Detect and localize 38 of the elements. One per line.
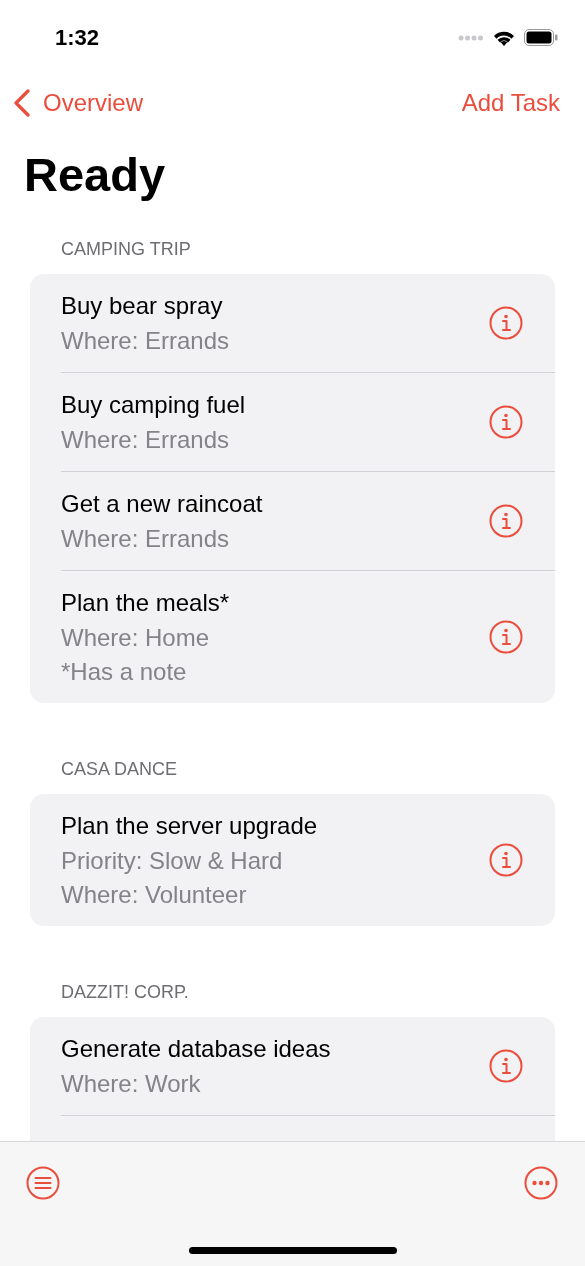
task-row[interactable]: Buy bear spray Where: Errands xyxy=(61,274,555,373)
task-title: Plan the meals* xyxy=(61,588,230,618)
task-detail: Where: Work xyxy=(61,1069,202,1099)
signal-icon xyxy=(458,33,484,42)
task-title: Buy bear spray xyxy=(61,291,224,321)
info-button[interactable] xyxy=(489,405,523,439)
info-button[interactable] xyxy=(489,504,523,538)
status-time: 1:32 xyxy=(55,24,100,52)
list-button[interactable] xyxy=(26,1166,60,1200)
section-header: DAZZIT! CORP. xyxy=(60,981,190,1004)
task-row[interactable]: Buy camping fuel Where: Errands xyxy=(61,373,555,472)
section-header: CASA DANCE xyxy=(60,758,179,781)
info-button[interactable] xyxy=(489,620,523,654)
task-row[interactable]: Plan the meals* Where: Home *Has a note xyxy=(61,571,555,703)
task-detail: *Has a note xyxy=(61,657,188,687)
battery-icon xyxy=(524,29,558,46)
task-row[interactable]: Get a new raincoat Where: Errands xyxy=(61,472,555,571)
task-detail: Where: Errands xyxy=(61,425,231,455)
info-button[interactable] xyxy=(489,306,523,340)
add-task-button[interactable]: Add Task xyxy=(461,85,560,121)
task-detail: Priority: Slow & Hard xyxy=(61,846,284,876)
task-title: Generate database ideas xyxy=(61,1034,331,1064)
chevron-left-icon xyxy=(13,89,31,117)
info-button[interactable] xyxy=(489,1049,523,1083)
section-header: CAMPING TRIP xyxy=(60,238,192,261)
task-detail: Where: Home xyxy=(61,623,211,653)
back-button[interactable]: Overview xyxy=(13,85,144,121)
more-button[interactable] xyxy=(524,1166,558,1200)
task-detail: Where: Errands xyxy=(61,524,231,554)
task-detail: Where: Volunteer xyxy=(61,880,248,910)
task-row[interactable]: Plan the server upgrade Priority: Slow & Hard Where: Volunteer xyxy=(61,794,555,926)
task-title: Buy camping fuel xyxy=(61,390,246,420)
page-title: Ready xyxy=(23,147,167,203)
info-button[interactable] xyxy=(489,843,523,877)
task-detail: Where: Errands xyxy=(61,326,230,356)
task-title: Plan the server upgrade xyxy=(61,811,318,841)
task-row[interactable]: Generate database ideas Where: Work xyxy=(61,1017,555,1116)
task-title: Get a new raincoat xyxy=(61,489,263,519)
